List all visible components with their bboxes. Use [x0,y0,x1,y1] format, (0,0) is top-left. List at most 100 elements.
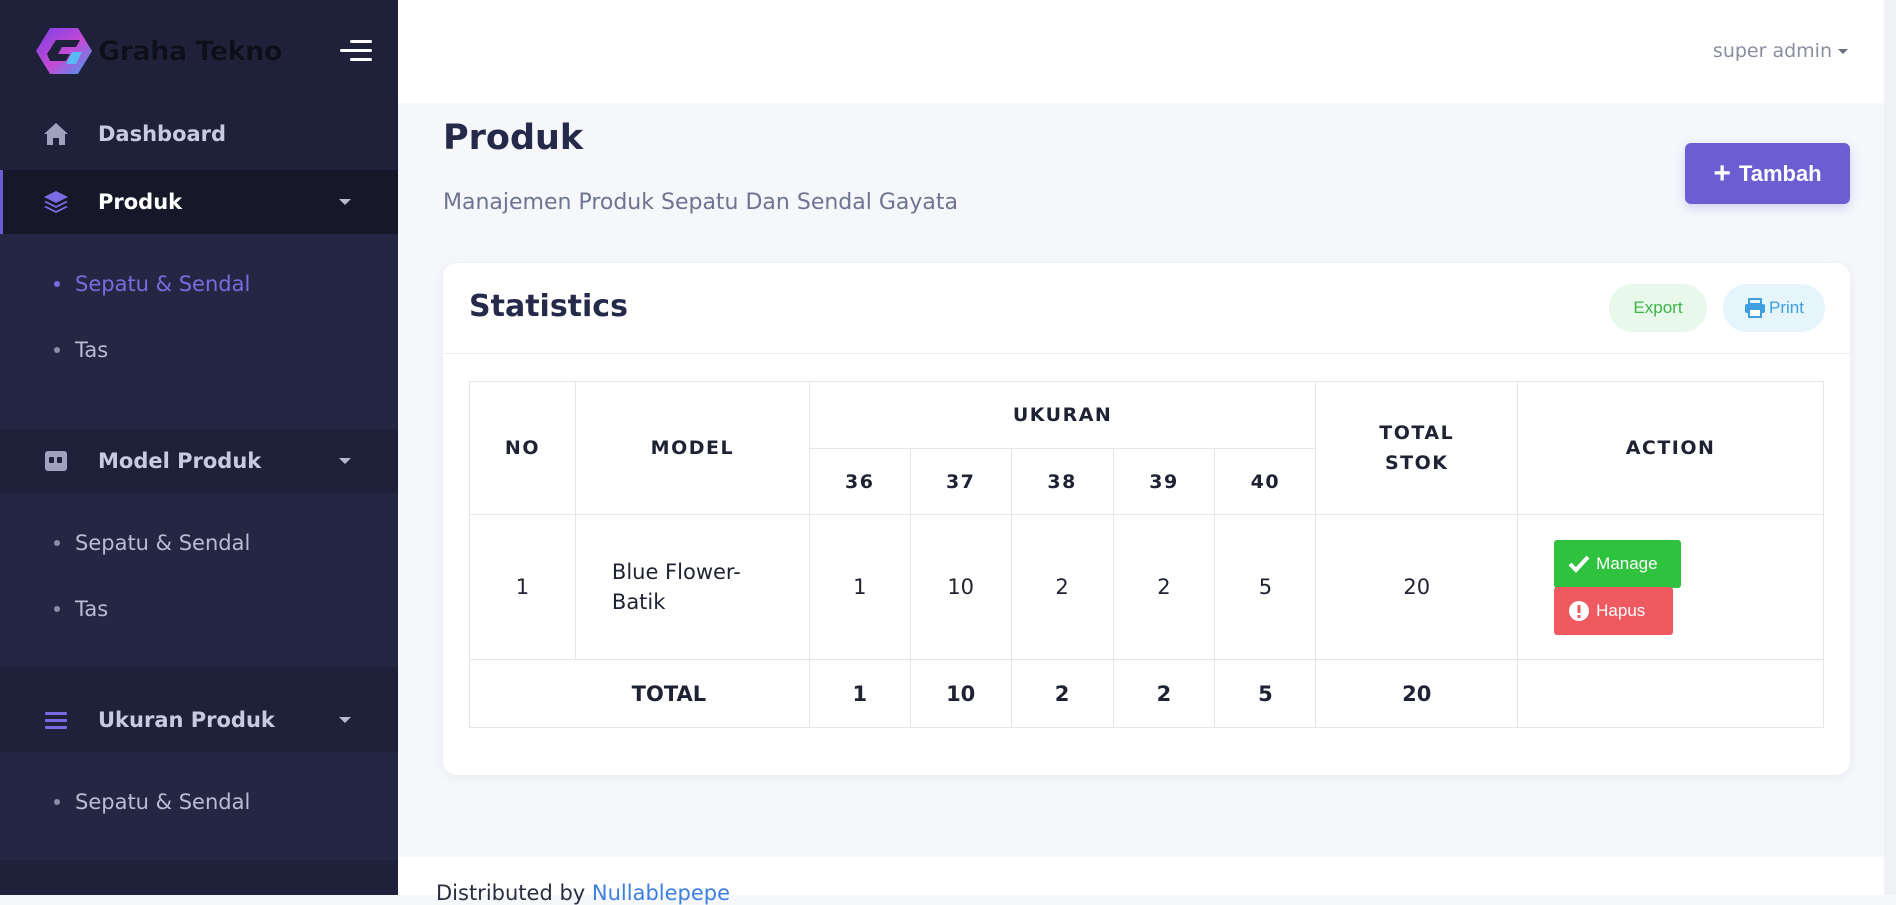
manage-label: Manage [1596,553,1658,573]
cell-size-total: 10 [909,659,1012,728]
cell-action: Manage Hapus [1517,514,1824,660]
submenu-model-produk: Sepatu & Sendal Tas [0,493,398,667]
bullet-icon [54,540,60,546]
cell-size-total: 2 [1112,659,1216,728]
footer-text: Distributed by Nullablepepe [436,881,730,905]
id-card-icon [42,447,70,475]
submenu-ukuran-produk: Sepatu & Sendal [0,752,398,860]
alert-icon [1569,600,1590,621]
list-icon [42,706,70,734]
scrollbar[interactable] [1884,0,1896,895]
sidebar-item-label: Ukuran Produk [98,708,275,732]
bullet-icon [54,799,60,805]
cell-size: 2 [1010,514,1114,660]
chevron-down-icon [339,458,351,464]
statistics-card: Statistics Export Print NO MODEL UKURAN … [443,263,1850,775]
chevron-down-icon [339,717,351,723]
cell-no: 1 [469,514,576,660]
submenu-item-label: Sepatu & Sendal [75,272,251,296]
cell-size: 5 [1214,514,1317,660]
menu-toggle-icon[interactable] [338,37,372,65]
add-button[interactable]: + Tambah [1685,143,1850,204]
chevron-down-icon [339,199,351,205]
sidebar: Graha Tekno Dashboard Produk Sepatu & Se… [0,0,398,895]
sidebar-item-produk[interactable]: Produk [0,170,398,234]
bullet-icon [54,281,60,287]
add-button-label: Tambah [1738,160,1822,186]
cell-size: 1 [808,514,911,660]
sidebar-item-dashboard[interactable]: Dashboard [0,112,398,156]
table-row: 1 Blue Flower-Batik 1 10 2 2 5 20 Manage… [469,514,1824,660]
header-text: STOK [1384,452,1449,474]
brand-logo-icon [36,28,92,74]
submenu-item-tas[interactable]: Tas [54,338,108,362]
page-subtitle: Manajemen Produk Sepatu Dan Sendal Gayat… [443,190,958,215]
user-menu[interactable]: super admin [1713,40,1848,62]
column-header-total-stok: TOTAL STOK [1315,381,1519,515]
column-header-size: 36 [808,448,911,515]
card-title: Statistics [469,289,628,324]
printer-icon [1745,298,1766,318]
cell-model: Blue Flower-Batik [574,514,810,660]
column-header-size: 40 [1214,448,1317,515]
submenu-item-tas[interactable]: Tas [54,597,108,621]
submenu-item-label: Tas [75,597,109,621]
delete-button[interactable]: Hapus [1554,586,1674,635]
model-name: Blue Flower-Batik [611,560,741,614]
column-header-size: 38 [1010,448,1114,515]
header-text: TOTAL [1379,422,1455,444]
submenu-item-sepatu-sendal[interactable]: Sepatu & Sendal [54,790,250,814]
column-header-action: ACTION [1517,381,1824,515]
column-header-no: NO [469,381,576,515]
cell-size: 10 [909,514,1012,660]
export-label: Export [1633,298,1683,317]
submenu-item-sepatu-sendal[interactable]: Sepatu & Sendal [54,531,250,555]
plus-icon: + [1713,156,1731,190]
check-icon [1568,555,1590,573]
column-header-ukuran: UKURAN [808,381,1317,449]
brand[interactable]: Graha Tekno [36,24,282,78]
cell-size-total: 2 [1010,659,1114,728]
bullet-icon [54,606,60,612]
submenu-item-label: Tas [75,338,109,362]
cell-total: 20 [1315,514,1519,660]
cell-size-total: 1 [808,659,911,728]
layers-icon [42,188,70,216]
print-button[interactable]: Print [1723,284,1825,332]
submenu-produk: Sepatu & Sendal Tas [0,234,398,429]
column-header-size: 39 [1112,448,1216,515]
footer-link[interactable]: Nullablepepe [592,881,730,905]
export-button[interactable]: Export [1609,284,1707,332]
submenu-item-sepatu-sendal[interactable]: Sepatu & Sendal [54,272,250,296]
sidebar-item-model-produk[interactable]: Model Produk [0,429,398,493]
footer: Distributed by Nullablepepe [398,857,1884,905]
sidebar-item-label: Model Produk [98,449,262,473]
column-header-size: 37 [909,448,1012,515]
sidebar-item-ukuran-produk[interactable]: Ukuran Produk [0,688,398,752]
page-title: Produk [443,118,584,158]
submenu-item-label: Sepatu & Sendal [75,790,251,814]
card-divider [443,353,1850,354]
brand-name: Graha Tekno [98,35,282,67]
submenu-item-label: Sepatu & Sendal [75,531,251,555]
stock-table: NO MODEL UKURAN TOTAL STOK ACTION 36 37 … [469,381,1824,728]
chevron-down-icon [1838,48,1848,54]
cell-total-label: TOTAL [469,659,810,728]
cell-empty [1517,659,1824,728]
sidebar-item-label: Dashboard [98,122,227,146]
manage-button[interactable]: Manage [1554,539,1682,588]
bullet-icon [54,347,60,353]
column-header-model: MODEL [574,381,810,515]
sidebar-item-label: Produk [98,190,183,214]
table-header-row: NO MODEL UKURAN TOTAL STOK ACTION [469,381,1824,515]
user-name: super admin [1712,40,1832,62]
table-total-row: TOTAL 1 10 2 2 5 20 [469,659,1824,728]
cell-grand-total: 20 [1315,659,1519,728]
home-icon [42,120,70,148]
print-label: Print [1769,298,1804,317]
footer-label: Distributed by [436,881,586,905]
delete-label: Hapus [1596,600,1646,620]
cell-size: 2 [1112,514,1216,660]
cell-size-total: 5 [1214,659,1317,728]
top-bar: super admin [398,0,1896,103]
